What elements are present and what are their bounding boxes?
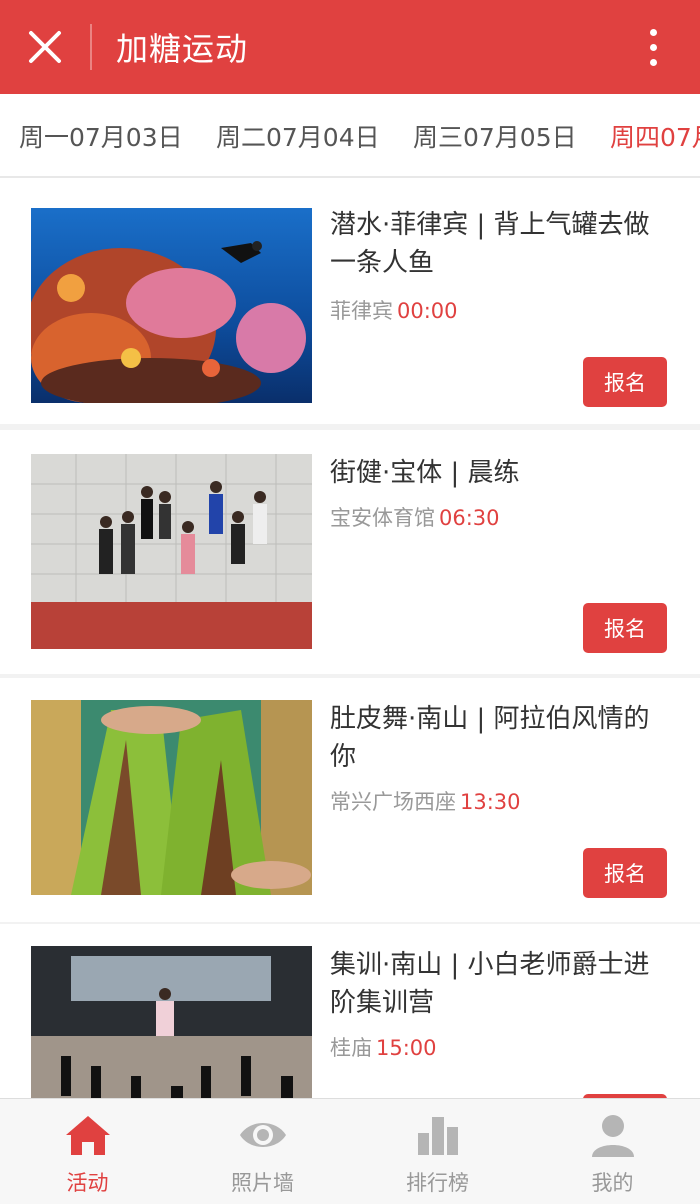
nav-item-activities[interactable]: 活动 — [0, 1099, 175, 1204]
event-location: 菲律宾 — [330, 299, 393, 323]
signup-button[interactable]: 报名 — [583, 603, 667, 653]
nav-label: 活动 — [66, 1171, 109, 1195]
event-title[interactable]: 集训·南山 | 小白老师爵士进阶集训营 — [330, 946, 675, 1022]
active-tab-indicator — [610, 177, 700, 178]
event-card[interactable]: 街健·宝体 | 晨练 宝安体育馆 06:30 报名 — [0, 430, 700, 674]
event-image-street-workout[interactable] — [31, 454, 312, 649]
event-meta: 菲律宾 00:00 — [330, 295, 458, 325]
event-time: 13:30 — [460, 790, 521, 814]
tab-date-mon[interactable]: 周一07月03日 — [19, 94, 183, 176]
nav-item-leaderboard[interactable]: 排行榜 — [350, 1099, 525, 1204]
event-card[interactable]: 肚皮舞·南山 | 阿拉伯风情的你 常兴广场西座 13:30 报名 — [0, 678, 700, 922]
event-image-belly-dance[interactable] — [31, 700, 312, 895]
bottom-nav: 活动 照片墙 排行榜 我的 — [0, 1098, 700, 1204]
nav-item-profile[interactable]: 我的 — [525, 1099, 700, 1204]
event-location: 常兴广场西座 — [330, 790, 456, 814]
bar-chart-icon — [417, 1117, 458, 1155]
page-title: 加糖运动 — [116, 30, 249, 68]
event-location: 宝安体育馆 — [330, 506, 435, 530]
nav-label: 我的 — [591, 1171, 634, 1195]
user-icon — [591, 1115, 634, 1157]
event-meta: 宝安体育馆 06:30 — [330, 502, 500, 532]
event-card[interactable]: 潜水·菲律宾 | 背上气罐去做一条人鱼 菲律宾 00:00 报名 — [0, 180, 700, 424]
event-title[interactable]: 肚皮舞·南山 | 阿拉伯风情的你 — [330, 700, 675, 776]
close-icon — [29, 31, 61, 63]
tab-date-tue[interactable]: 周二07月04日 — [216, 94, 380, 176]
nav-item-photo-wall[interactable]: 照片墙 — [175, 1099, 350, 1204]
event-time: 06:30 — [439, 506, 500, 530]
event-title[interactable]: 潜水·菲律宾 | 背上气罐去做一条人鱼 — [330, 206, 675, 282]
tab-date-thu-label: 周四07月 — [610, 123, 700, 152]
date-tabs: 周一07月03日 周二07月04日 周三07月05日 周四07月 — [0, 94, 700, 178]
more-menu-button[interactable] — [628, 0, 678, 94]
event-time: 00:00 — [397, 299, 458, 323]
event-image-jazz-training[interactable] — [31, 946, 312, 1098]
eye-icon — [239, 1123, 286, 1147]
event-title[interactable]: 街健·宝体 | 晨练 — [330, 454, 675, 492]
tab-date-thu[interactable]: 周四07月 — [610, 94, 700, 178]
app-header: 加糖运动 — [0, 0, 700, 94]
event-meta: 桂庙 15:00 — [330, 1032, 437, 1062]
tab-date-wed[interactable]: 周三07月05日 — [413, 94, 577, 176]
event-image-diving[interactable] — [31, 208, 312, 403]
signup-button[interactable]: 报名 — [583, 357, 667, 407]
event-meta: 常兴广场西座 13:30 — [330, 786, 521, 816]
event-location: 桂庙 — [330, 1036, 372, 1060]
close-button[interactable] — [0, 0, 90, 94]
home-icon — [65, 1116, 110, 1155]
nav-label: 照片墙 — [231, 1171, 294, 1195]
header-divider — [90, 24, 92, 70]
event-list[interactable]: 潜水·菲律宾 | 背上气罐去做一条人鱼 菲律宾 00:00 报名 街健·宝体 |… — [0, 180, 700, 1098]
signup-button[interactable]: 报名 — [583, 848, 667, 898]
event-time: 15:00 — [376, 1036, 437, 1060]
nav-label: 排行榜 — [406, 1171, 469, 1195]
more-vertical-icon — [649, 28, 657, 36]
event-card[interactable]: 集训·南山 | 小白老师爵士进阶集训营 桂庙15:00 报名 — [0, 924, 700, 1098]
